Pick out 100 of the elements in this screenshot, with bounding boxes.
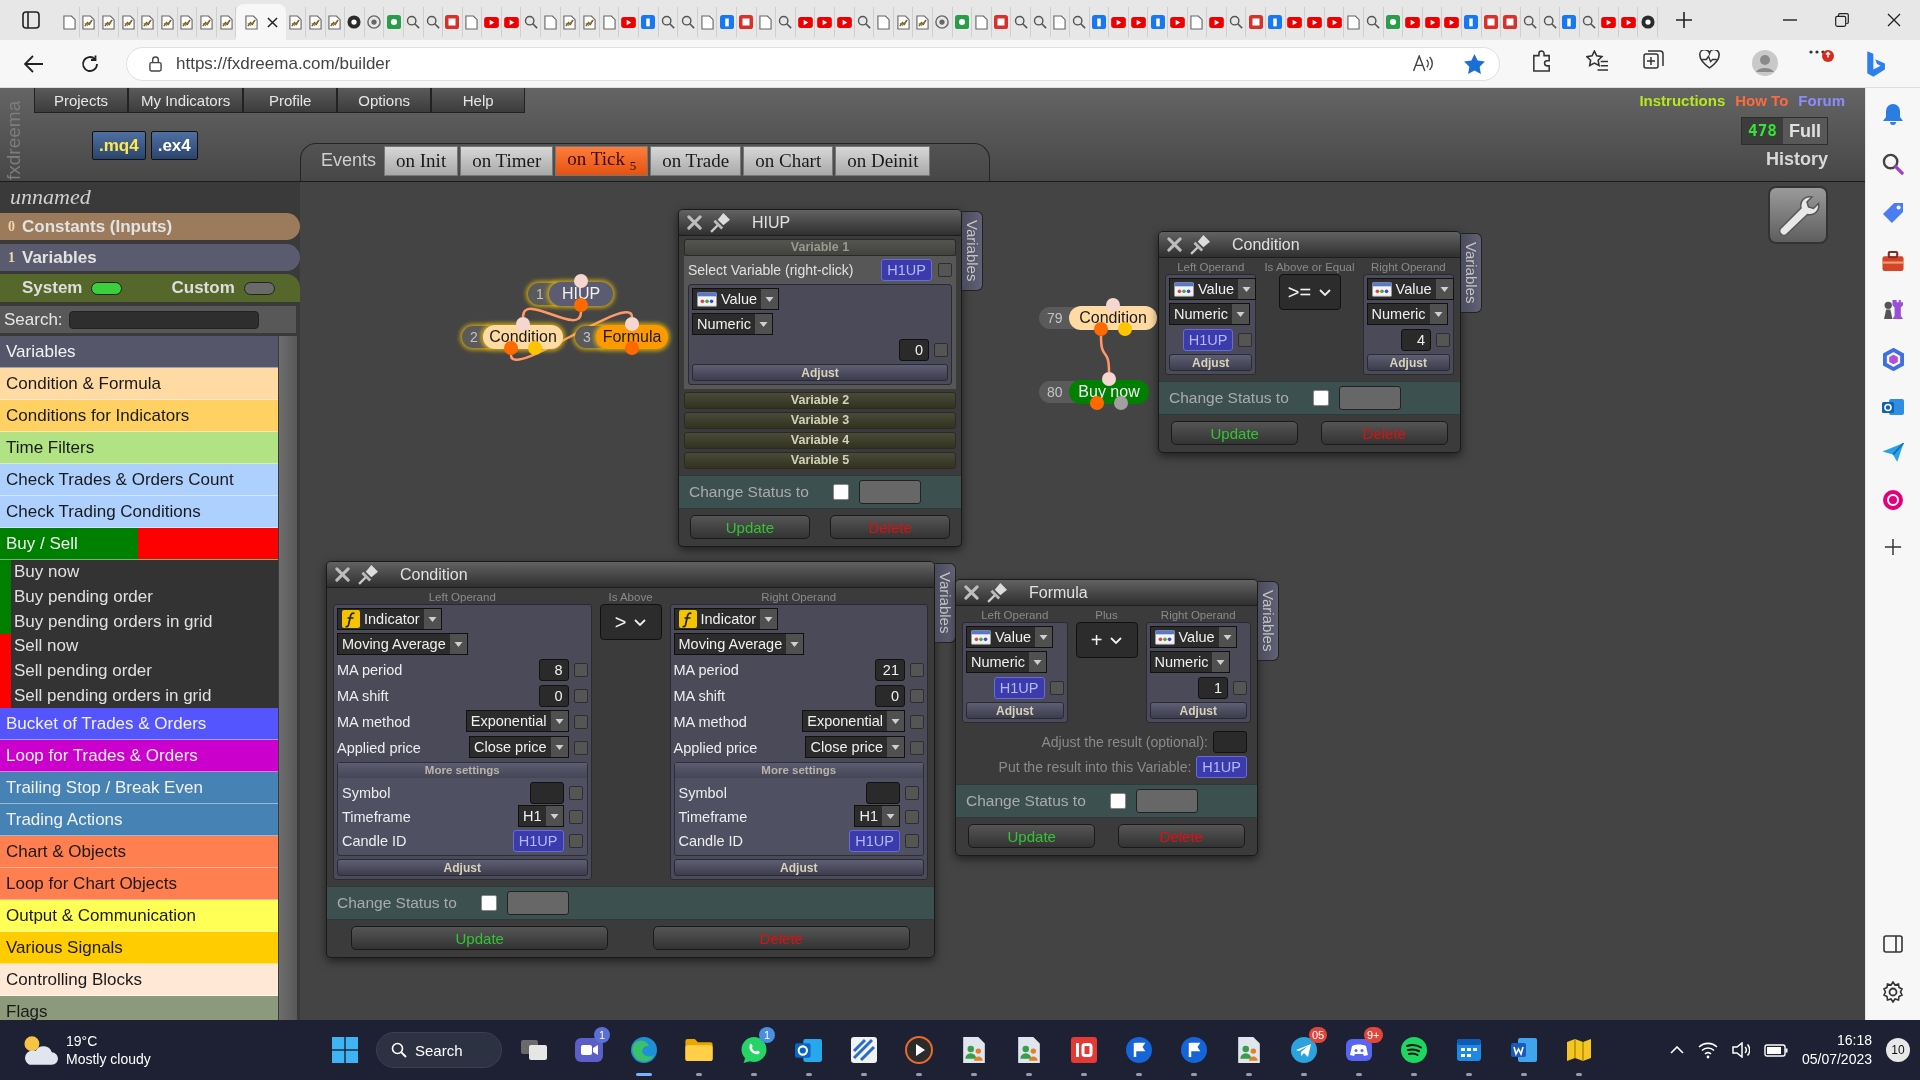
type-dropdown[interactable]: Numeric [1169,303,1250,325]
checkbox[interactable] [573,688,588,703]
checkbox[interactable] [910,662,924,677]
restore-icon[interactable] [1835,13,1849,27]
toggle-switch[interactable] [243,281,275,295]
checkbox[interactable] [1238,332,1253,347]
category-item[interactable]: Time Filters [0,432,278,464]
adjust-button[interactable]: Adjust [1169,354,1253,371]
source-dropdown[interactable]: Value [1169,278,1256,300]
category-item[interactable]: Flags [0,996,278,1020]
type-dropdown[interactable]: Numeric [1149,651,1231,673]
map-icon[interactable] [1566,1039,1591,1061]
output-port-icon[interactable] [504,341,518,355]
update-button[interactable]: Update [1171,421,1299,445]
toggle-switch[interactable] [91,281,123,295]
close-icon[interactable] [266,16,278,28]
category-item[interactable]: Condition & Formula [0,368,278,400]
folder-icon[interactable] [684,1039,713,1061]
side-tab[interactable]: Variables [1461,233,1482,313]
input-field[interactable] [858,480,921,504]
block-item[interactable]: Sell pending order [0,658,278,684]
select-dropdown[interactable]: Close price [805,736,905,758]
source-dropdown[interactable]: Indicator [337,608,442,630]
pin-icon[interactable] [358,564,378,585]
pin-icon[interactable] [1190,234,1210,255]
variable-chip[interactable]: H1UP [512,829,564,852]
variable-chip[interactable]: H1UP [881,259,932,281]
menu-button[interactable]: Options [337,88,432,113]
file-type-button[interactable]: .ex4 [150,131,198,160]
side-tab[interactable]: Variables [1258,581,1279,661]
section-header[interactable]: Variable 2 [684,392,956,409]
favorites-icon[interactable] [1586,49,1608,71]
checkbox[interactable] [910,740,924,755]
weather-icon[interactable] [22,1035,58,1065]
tools-button[interactable] [1768,186,1828,244]
operator-dropdown[interactable]: >= [1278,274,1341,310]
tile-icon[interactable] [1070,1037,1097,1063]
number-field[interactable]: 0 [875,684,905,707]
adjust-button[interactable]: Adjust [1366,354,1450,371]
output-port-icon[interactable] [625,341,639,355]
number-field[interactable]: 8 [538,658,569,681]
people-document-icon[interactable] [1237,1037,1260,1063]
category-item[interactable]: Conditions for Indicators [0,400,278,432]
event-tab[interactable]: on Tick $_{5}$ [555,146,649,176]
checkbox[interactable] [938,263,952,277]
read-aloud-icon[interactable] [1412,55,1434,72]
output-port-icon[interactable] [1090,396,1104,410]
category-item[interactable]: Trailing Stop / Break Even [0,772,278,805]
source-dropdown[interactable]: Value [692,288,779,310]
extensions-icon[interactable] [1531,49,1551,72]
update-button[interactable]: Update [968,824,1096,848]
checkbox[interactable] [1312,390,1329,406]
browser-tab[interactable] [345,7,365,37]
update-button[interactable]: Update [690,515,810,539]
type-dropdown[interactable]: Moving Average [337,633,468,655]
source-dropdown[interactable]: Value [1149,626,1237,648]
more-icon[interactable] [1808,49,1834,62]
settings-icon[interactable] [1883,981,1903,1003]
checkbox[interactable] [905,785,919,800]
source-dropdown[interactable]: Value [1366,278,1454,300]
category-item[interactable]: Check Trades & Orders Count [0,464,278,496]
star-icon[interactable] [1464,53,1485,74]
operator-dropdown[interactable]: + [1075,622,1138,658]
block-item[interactable]: Sell pending orders in grid [0,683,278,709]
side-tab[interactable]: Variables [962,211,983,291]
number-field[interactable]: 0 [899,338,929,361]
tab-actions-icon[interactable] [22,11,40,29]
plus-icon[interactable] [1675,12,1692,28]
browser-icon[interactable] [630,1037,657,1063]
block-item[interactable]: Buy pending order [0,584,278,610]
section-header[interactable]: Variable 3 [684,412,956,429]
file-type-button[interactable]: .mq4 [92,131,146,160]
battery-icon[interactable] [1763,1043,1788,1057]
category-item[interactable]: Chart & Objects [0,836,278,869]
variable-chip[interactable]: H1UP [1182,328,1234,351]
checkbox[interactable] [568,785,583,800]
input-field[interactable] [1338,386,1401,410]
select-dropdown[interactable]: H1 [854,805,900,827]
mail-icon[interactable] [1882,399,1904,415]
chevron-up-icon[interactable] [1669,1046,1684,1054]
chess-pieces-icon[interactable] [1882,299,1904,320]
header-link[interactable]: Instructions [1639,92,1726,109]
input-field[interactable] [529,781,564,804]
collections-icon[interactable] [1642,49,1664,69]
event-tab[interactable]: on Chart [743,146,834,176]
output-port-icon[interactable] [528,341,542,355]
section-header[interactable]: More settings [338,763,587,778]
category-item[interactable]: Various Signals [0,932,278,965]
start-icon[interactable] [332,1037,358,1063]
refresh-icon[interactable] [80,53,100,74]
section-header[interactable]: Variable 4 [684,432,956,449]
plus-icon[interactable] [1884,538,1902,556]
checkbox[interactable] [1049,680,1064,695]
menu-button[interactable]: Help [431,88,526,113]
variable-chip[interactable]: H1UP [1196,756,1247,778]
block-label[interactable]: Formula [596,325,668,349]
sound-waves-icon[interactable] [1400,1037,1427,1063]
input-port-icon[interactable] [516,317,530,331]
checkbox[interactable] [910,714,924,729]
menu-button[interactable]: Projects [34,88,128,113]
